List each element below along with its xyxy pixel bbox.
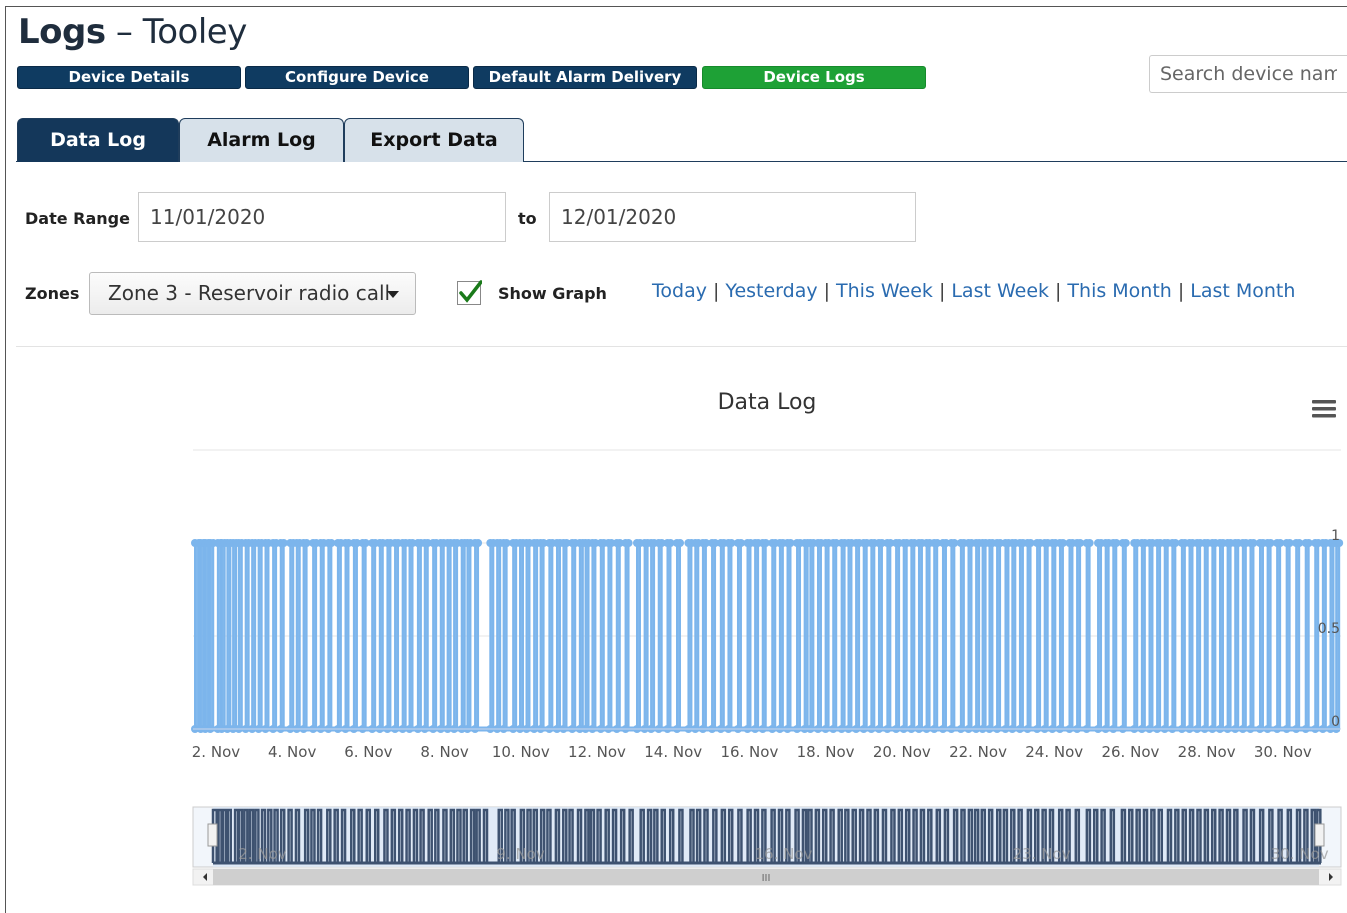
date-range-label: Date Range	[25, 209, 130, 228]
tab-export-data[interactable]: Export Data	[344, 118, 524, 162]
nav-button-device-details[interactable]: Device Details	[17, 66, 241, 89]
caret-down-icon	[387, 291, 399, 298]
show-graph-checkbox[interactable]	[457, 280, 482, 305]
navigator-scrollbar[interactable]: III	[192, 868, 1342, 886]
nav-button-device-logs[interactable]: Device Logs	[702, 66, 926, 89]
quick-range-yesterday[interactable]: Yesterday	[725, 280, 817, 302]
navigator-right-handle[interactable]	[1314, 823, 1325, 847]
quick-range-today[interactable]: Today	[652, 280, 707, 302]
separator: |	[1055, 280, 1062, 302]
zone-select[interactable]: Zone 3 - Reservoir radio call	[89, 272, 416, 315]
divider	[16, 346, 1347, 347]
separator: |	[1177, 280, 1185, 302]
separator: |	[938, 280, 946, 302]
page-title: Logs – Tooley	[18, 12, 247, 52]
quick-range-this-week[interactable]: This Week	[836, 280, 933, 302]
quick-range-last-week[interactable]: Last Week	[951, 280, 1049, 302]
zones-label: Zones	[25, 284, 80, 303]
show-graph-label: Show Graph	[498, 284, 607, 303]
to-label: to	[518, 209, 537, 228]
separator: |	[823, 280, 831, 302]
quick-range-this-month[interactable]: This Month	[1067, 280, 1171, 302]
checkmark-icon	[459, 280, 482, 303]
hamburger-icon[interactable]	[1310, 398, 1336, 420]
tab-data-log[interactable]: Data Log	[17, 118, 179, 162]
navigator-left-handle[interactable]	[207, 823, 218, 847]
device-search-input[interactable]	[1149, 55, 1347, 93]
scrollbar-grip: III	[762, 873, 771, 884]
separator: |	[712, 280, 720, 302]
quick-range-last-month[interactable]: Last Month	[1190, 280, 1295, 302]
nav-button-default-alarm-delivery[interactable]: Default Alarm Delivery	[473, 66, 697, 89]
end-date-input[interactable]	[549, 192, 916, 242]
quick-range-links: Today | Yesterday | This Week | Last Week | This…	[652, 280, 1295, 302]
zone-select-value: Zone 3 - Reservoir radio call	[108, 281, 391, 305]
start-date-input[interactable]	[138, 192, 506, 242]
nav-button-configure-device[interactable]: Configure Device	[245, 66, 469, 89]
tab-alarm-log[interactable]: Alarm Log	[179, 118, 344, 162]
